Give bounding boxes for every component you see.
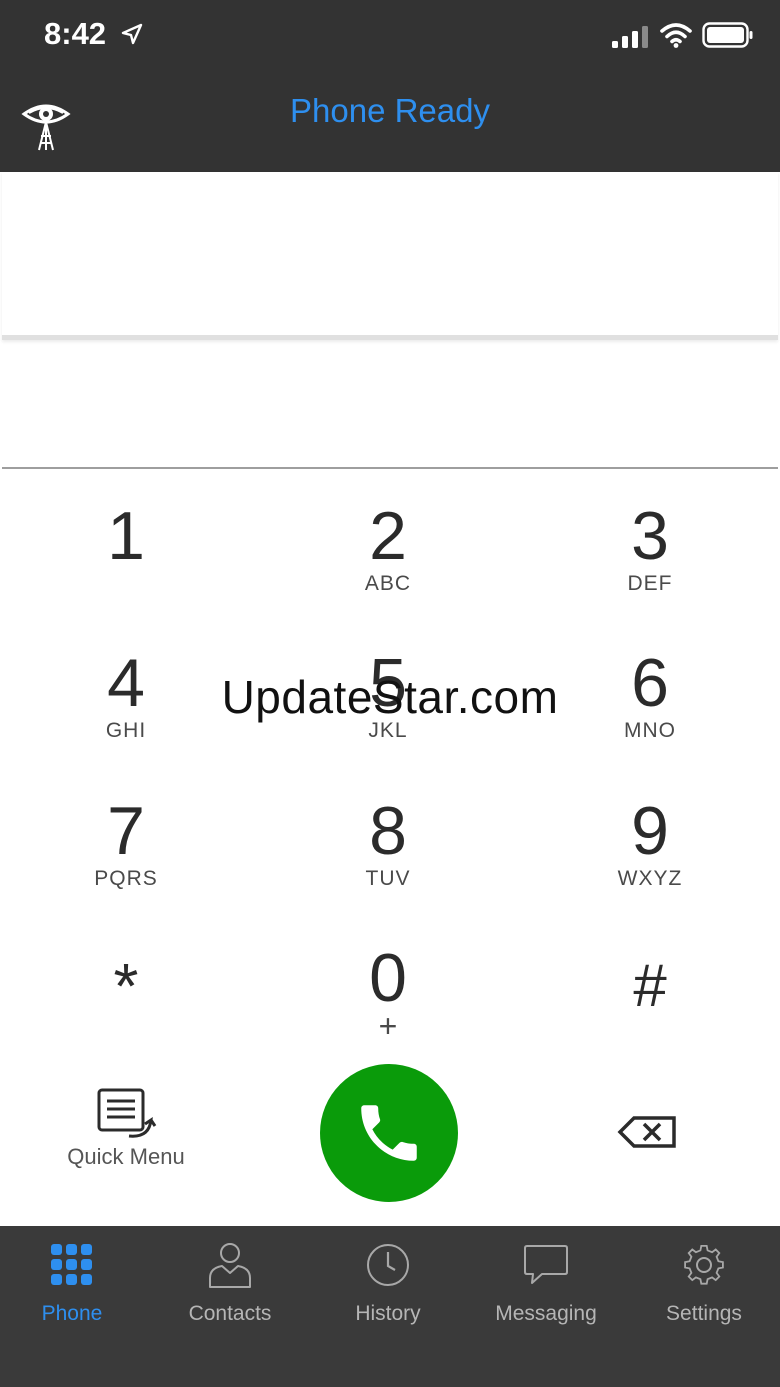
location-arrow-icon	[121, 23, 143, 45]
watermark: UpdateStar.com	[221, 671, 559, 723]
key-digit: 3	[631, 498, 669, 574]
key-letters: +	[378, 1008, 398, 1044]
dialpad-grid-icon	[51, 1244, 92, 1285]
key-1[interactable]: 1	[26, 500, 226, 620]
key-digit: 2	[369, 498, 407, 574]
tab-settings[interactable]: Settings	[626, 1226, 780, 1336]
key-star[interactable]: *	[26, 942, 226, 1062]
key-digit: 7	[107, 793, 145, 869]
cellular-signal-icon	[612, 26, 648, 48]
battery-icon	[702, 22, 753, 48]
tab-label: Settings	[666, 1302, 742, 1325]
key-letters: TUV	[365, 867, 411, 890]
app-header: 8:42 Phone Ready	[0, 0, 780, 172]
tab-contacts[interactable]: Contacts	[152, 1226, 308, 1336]
call-button[interactable]	[320, 1064, 458, 1202]
person-icon	[209, 1243, 251, 1288]
key-3[interactable]: 3 DEF	[550, 500, 750, 620]
key-digit: *	[113, 950, 139, 1022]
key-9[interactable]: 9 WXYZ	[550, 795, 750, 915]
wifi-icon	[660, 23, 692, 48]
key-2[interactable]: 2 ABC	[288, 500, 488, 620]
status-time: 8:42	[44, 16, 107, 51]
tab-label: History	[355, 1302, 421, 1325]
key-letters: WXYZ	[617, 867, 683, 890]
key-hash[interactable]: #	[550, 942, 750, 1062]
bottom-tab-bar: Phone Contacts History Messaging Setting…	[0, 1226, 780, 1387]
key-7[interactable]: 7 PQRS	[26, 795, 226, 915]
quick-menu-icon	[97, 1088, 157, 1138]
tab-label: Messaging	[495, 1302, 597, 1325]
key-letters: PQRS	[94, 867, 158, 890]
key-digit: 8	[369, 793, 407, 869]
tab-label: Phone	[41, 1302, 103, 1325]
tab-history[interactable]: History	[310, 1226, 466, 1336]
key-0[interactable]: 0 +	[288, 942, 488, 1062]
dialed-number-field[interactable]	[2, 172, 778, 340]
chat-bubble-icon	[524, 1245, 568, 1284]
page-title: Phone Ready	[290, 92, 490, 129]
key-letters: DEF	[627, 572, 673, 595]
key-digit: #	[633, 952, 667, 1019]
caller-name-area	[2, 345, 778, 469]
clock-icon	[367, 1244, 409, 1286]
key-letters: ABC	[364, 572, 412, 595]
key-digit: 9	[631, 793, 669, 869]
phone-handset-icon	[361, 1105, 417, 1161]
tab-messaging[interactable]: Messaging	[468, 1226, 624, 1336]
tab-label: Contacts	[188, 1302, 272, 1325]
tab-phone[interactable]: Phone	[0, 1226, 150, 1336]
key-8[interactable]: 8 TUV	[288, 795, 488, 915]
key-digit: 1	[107, 498, 145, 574]
gear-icon	[684, 1244, 724, 1285]
quick-menu-button[interactable]: Quick Menu	[56, 1086, 196, 1176]
backspace-icon[interactable]	[616, 1112, 678, 1152]
key-digit: 0	[369, 940, 407, 1016]
quick-menu-label: Quick Menu	[67, 1144, 185, 1169]
